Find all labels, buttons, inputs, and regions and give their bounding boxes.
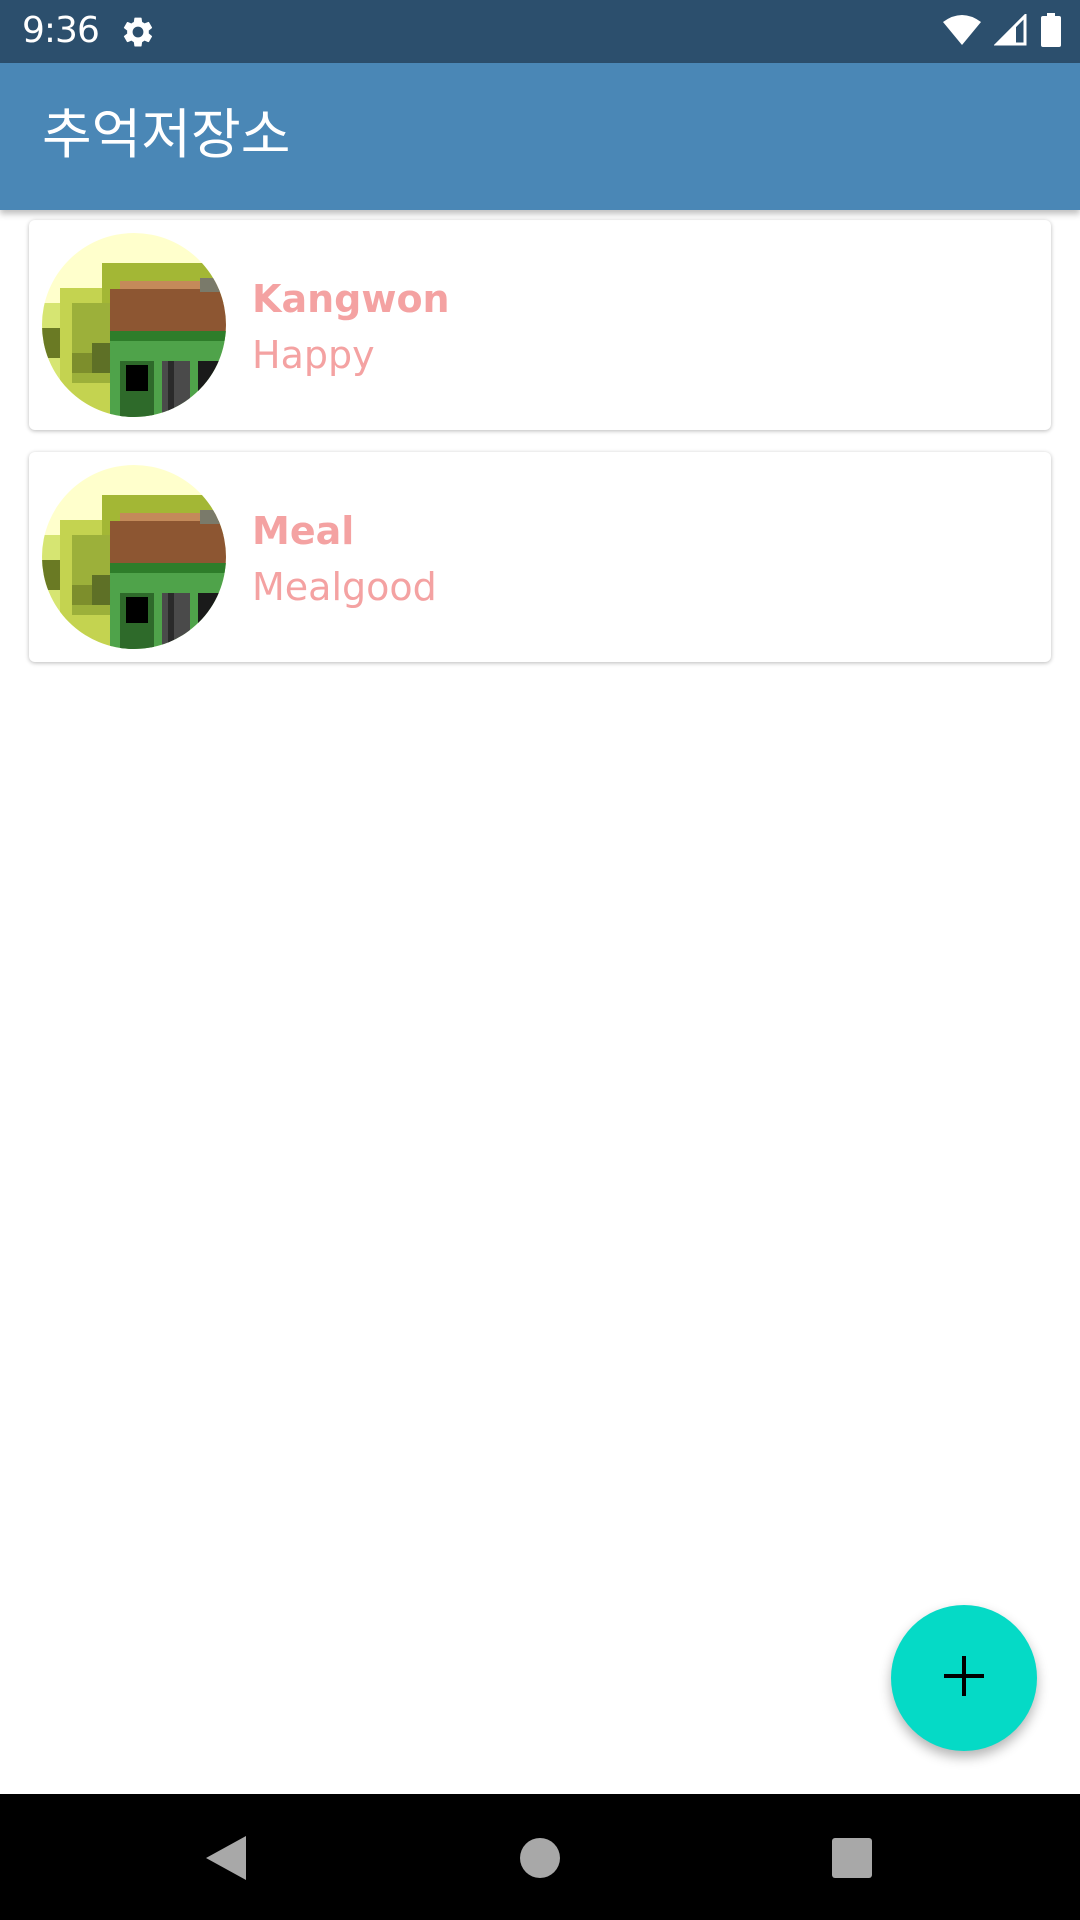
navigation-bar	[0, 1794, 1080, 1920]
memory-list: Kangwon Happy Meal Mealgood	[29, 220, 1051, 684]
battery-icon	[1040, 13, 1062, 51]
memory-subtitle: Happy	[252, 333, 375, 377]
plus-icon	[942, 1654, 986, 1702]
back-icon[interactable]	[196, 1828, 256, 1888]
memory-card[interactable]: Meal Mealgood	[29, 452, 1051, 662]
avatar	[42, 233, 226, 417]
memory-subtitle: Mealgood	[252, 565, 437, 609]
signal-icon	[993, 12, 1028, 50]
status-icons	[942, 12, 1062, 51]
page-title: 추억저장소	[42, 103, 291, 166]
memory-title: Meal	[252, 509, 355, 553]
settings-icon	[120, 14, 156, 50]
app-bar: 추억저장소	[0, 63, 1080, 210]
wifi-icon	[942, 14, 982, 50]
memory-title: Kangwon	[252, 277, 450, 321]
status-time: 9:36	[22, 10, 100, 51]
avatar	[42, 465, 226, 649]
memory-card[interactable]: Kangwon Happy	[29, 220, 1051, 430]
status-bar: 9:36	[0, 0, 1080, 63]
home-icon[interactable]	[510, 1828, 570, 1888]
add-memory-button[interactable]	[891, 1605, 1037, 1751]
recents-icon[interactable]	[822, 1828, 882, 1888]
